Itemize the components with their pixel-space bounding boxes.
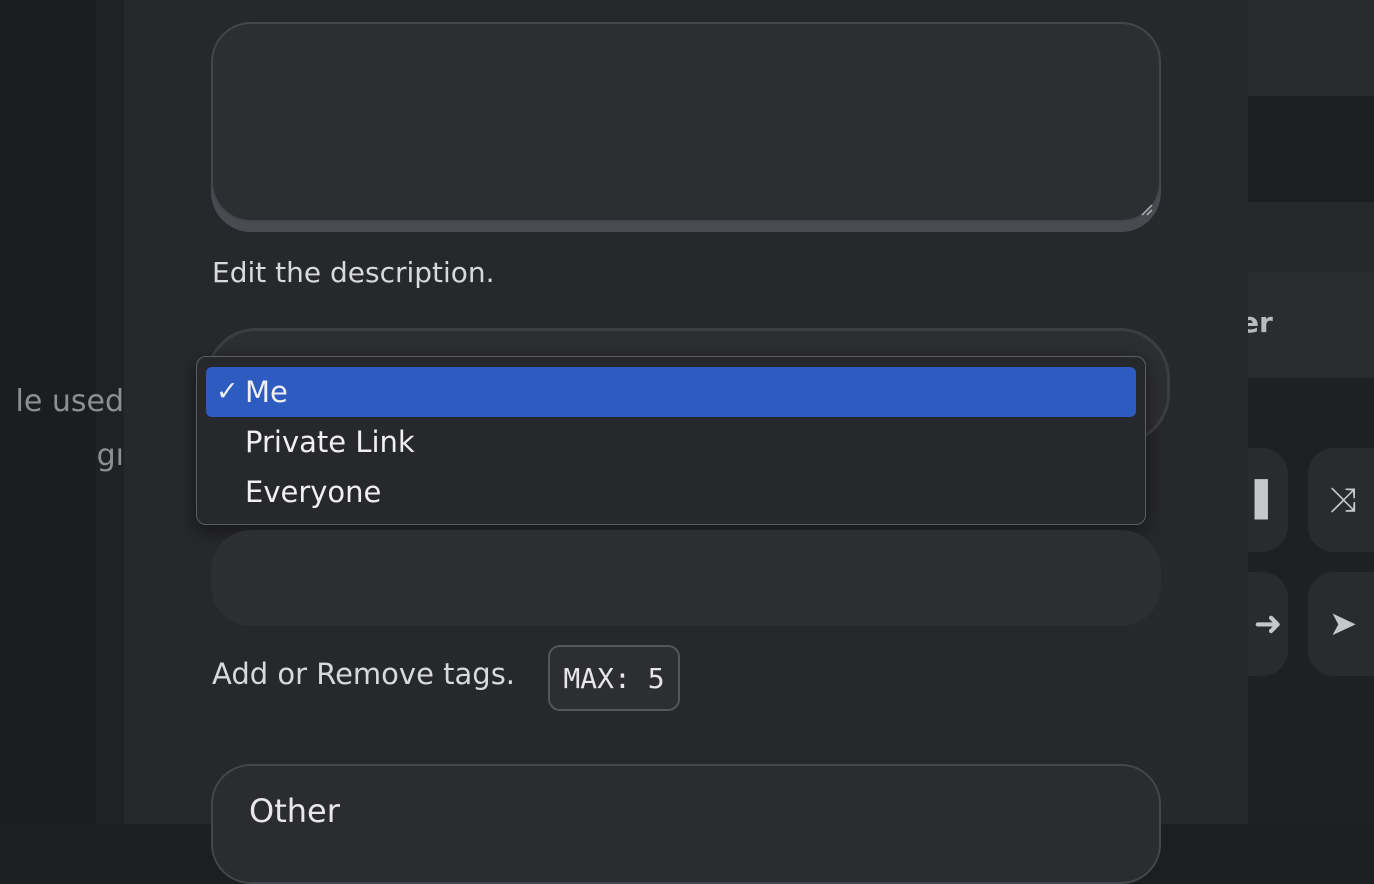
background-text-line1: le used	[15, 384, 124, 419]
background-text-line2: gı	[96, 438, 124, 473]
max-tags-badge: MAX: 5	[548, 645, 680, 711]
visibility-dropdown-menu[interactable]: ✓ Me Private Link Everyone	[196, 356, 1146, 525]
background-tile-send: ➤	[1308, 572, 1374, 676]
tags-input[interactable]	[211, 530, 1161, 626]
background-label: er	[1248, 306, 1273, 339]
option-label: Private Link	[245, 425, 415, 459]
resize-grip-icon[interactable]	[1139, 202, 1153, 216]
background-left-column: le used gı	[0, 0, 124, 824]
background-tile-bar: ▌	[1248, 448, 1288, 552]
shuffle-icon: ⤨	[1329, 480, 1357, 520]
bar-icon: ▌	[1254, 480, 1282, 520]
background-tile-shuffle: ⤨	[1308, 448, 1374, 552]
description-textarea[interactable]	[211, 22, 1161, 222]
checkmark-icon: ✓	[216, 376, 239, 407]
visibility-option-private-link[interactable]: Private Link	[206, 417, 1136, 467]
background-right-column: er ▌ ⤨ ➜ ➤	[1248, 0, 1374, 824]
visibility-option-me[interactable]: ✓ Me	[206, 367, 1136, 417]
send-icon: ➤	[1328, 604, 1358, 644]
other-section-title: Other	[249, 792, 340, 830]
option-label: Me	[245, 375, 288, 409]
option-label: Everyone	[245, 475, 382, 509]
background-band	[1248, 96, 1374, 202]
tags-help-text: Add or Remove tags.	[212, 657, 516, 691]
visibility-option-everyone[interactable]: Everyone	[206, 467, 1136, 517]
background-tile-arrow: ➜	[1248, 572, 1288, 676]
description-help-text: Edit the description.	[212, 256, 495, 289]
background-band	[1248, 202, 1374, 272]
background-band	[1248, 0, 1374, 96]
other-section[interactable]: Other	[211, 764, 1161, 884]
arrow-right-icon: ➜	[1253, 604, 1283, 644]
